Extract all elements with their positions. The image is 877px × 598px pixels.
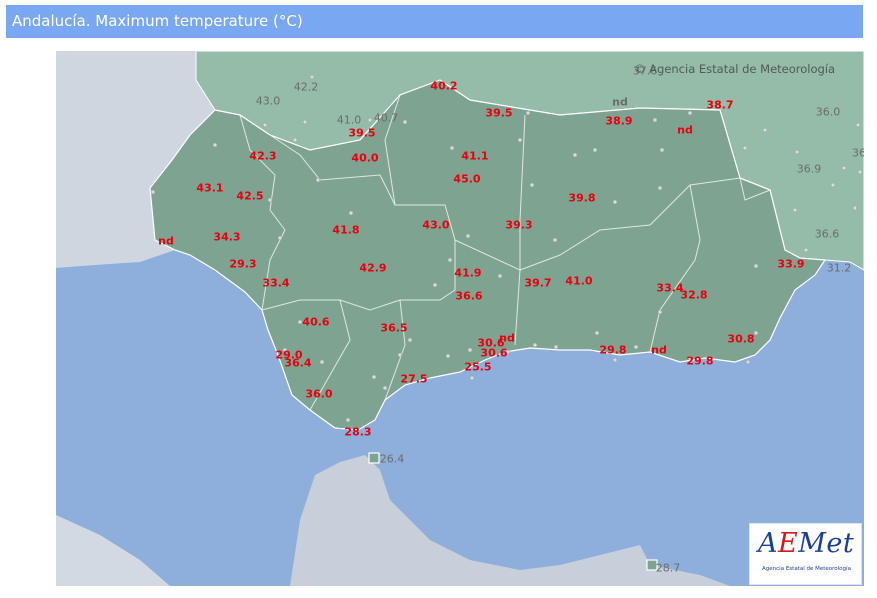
- station-value: nd: [612, 95, 628, 109]
- map-title: Andalucía. Maximum temperature (°C): [6, 5, 863, 38]
- station-value: 42.2: [293, 80, 319, 94]
- station-value: 32.8: [680, 288, 708, 302]
- station-value: nd: [651, 343, 667, 357]
- station-value: 42.3: [249, 149, 277, 163]
- station-value: 41.0: [336, 113, 362, 127]
- station-value: 43.0: [422, 218, 450, 232]
- station-value: 29.3: [229, 257, 257, 271]
- station-value: 45.0: [453, 172, 481, 186]
- station-value: 34.3: [213, 230, 241, 244]
- station-value: 30.6: [480, 346, 508, 360]
- station-value: 36.5: [380, 321, 408, 335]
- aemet-logo: AEMet Agencia Estatal de Meteorología: [749, 523, 862, 585]
- station-value: 31.2: [826, 261, 852, 275]
- station-value: 39.5: [348, 126, 376, 140]
- station-value: 29.8: [599, 343, 627, 357]
- station-value: 28.7: [655, 561, 681, 575]
- station-value: 38.7: [706, 98, 734, 112]
- ceuta-marker: [368, 452, 380, 464]
- station-value: 39.5: [485, 106, 513, 120]
- station-value: 36.0: [815, 105, 841, 119]
- station-value: 28.3: [344, 425, 372, 439]
- aemet-logo-subtitle: Agencia Estatal de Meteorología: [762, 566, 851, 572]
- station-value: 42.9: [359, 261, 387, 275]
- station-value: 33.9: [777, 257, 805, 271]
- station-value: 36.4: [284, 356, 312, 370]
- station-value: 25.5: [464, 360, 492, 374]
- station-value: 42.5: [236, 189, 264, 203]
- map-canvas: [56, 51, 864, 586]
- station-value: nd: [677, 123, 693, 137]
- station-value: 39.3: [505, 218, 533, 232]
- station-value: 36.0: [305, 387, 333, 401]
- station-value: 39.8: [568, 191, 596, 205]
- station-value: 43.1: [196, 181, 224, 195]
- station-value: 30.8: [727, 332, 755, 346]
- station-value: 33.4: [262, 276, 290, 290]
- station-value: 26.4: [379, 452, 405, 466]
- aemet-logo-mark: AEMet: [758, 528, 855, 559]
- station-value: 41.8: [332, 223, 360, 237]
- station-value: 41.1: [461, 149, 489, 163]
- station-value: 38.9: [605, 114, 633, 128]
- attribution-text: © Agencia Estatal de Meteorología: [634, 62, 836, 76]
- station-value: 43.0: [255, 94, 281, 108]
- station-value: 27.5: [400, 372, 428, 386]
- station-value: 40.6: [302, 315, 330, 329]
- station-value: nd: [499, 331, 515, 345]
- station-value: 36: [852, 146, 864, 160]
- station-value: 41.9: [454, 266, 482, 280]
- station-value: 40.7: [373, 111, 399, 125]
- station-value: 36.6: [814, 227, 840, 241]
- station-value: 40.2: [430, 79, 458, 93]
- station-value: 41.0: [565, 274, 593, 288]
- temperature-map[interactable]: 40.2 39.5 39.5 41.1 40.0 42.3 43.1 42.5 45.0 39.8…: [56, 51, 864, 586]
- station-value: 39.7: [524, 276, 552, 290]
- station-value: 40.0: [351, 151, 379, 165]
- station-value: nd: [158, 234, 174, 248]
- station-value: 36.9: [796, 162, 822, 176]
- station-value: 29.8: [686, 354, 714, 368]
- station-value: 36.6: [455, 289, 483, 303]
